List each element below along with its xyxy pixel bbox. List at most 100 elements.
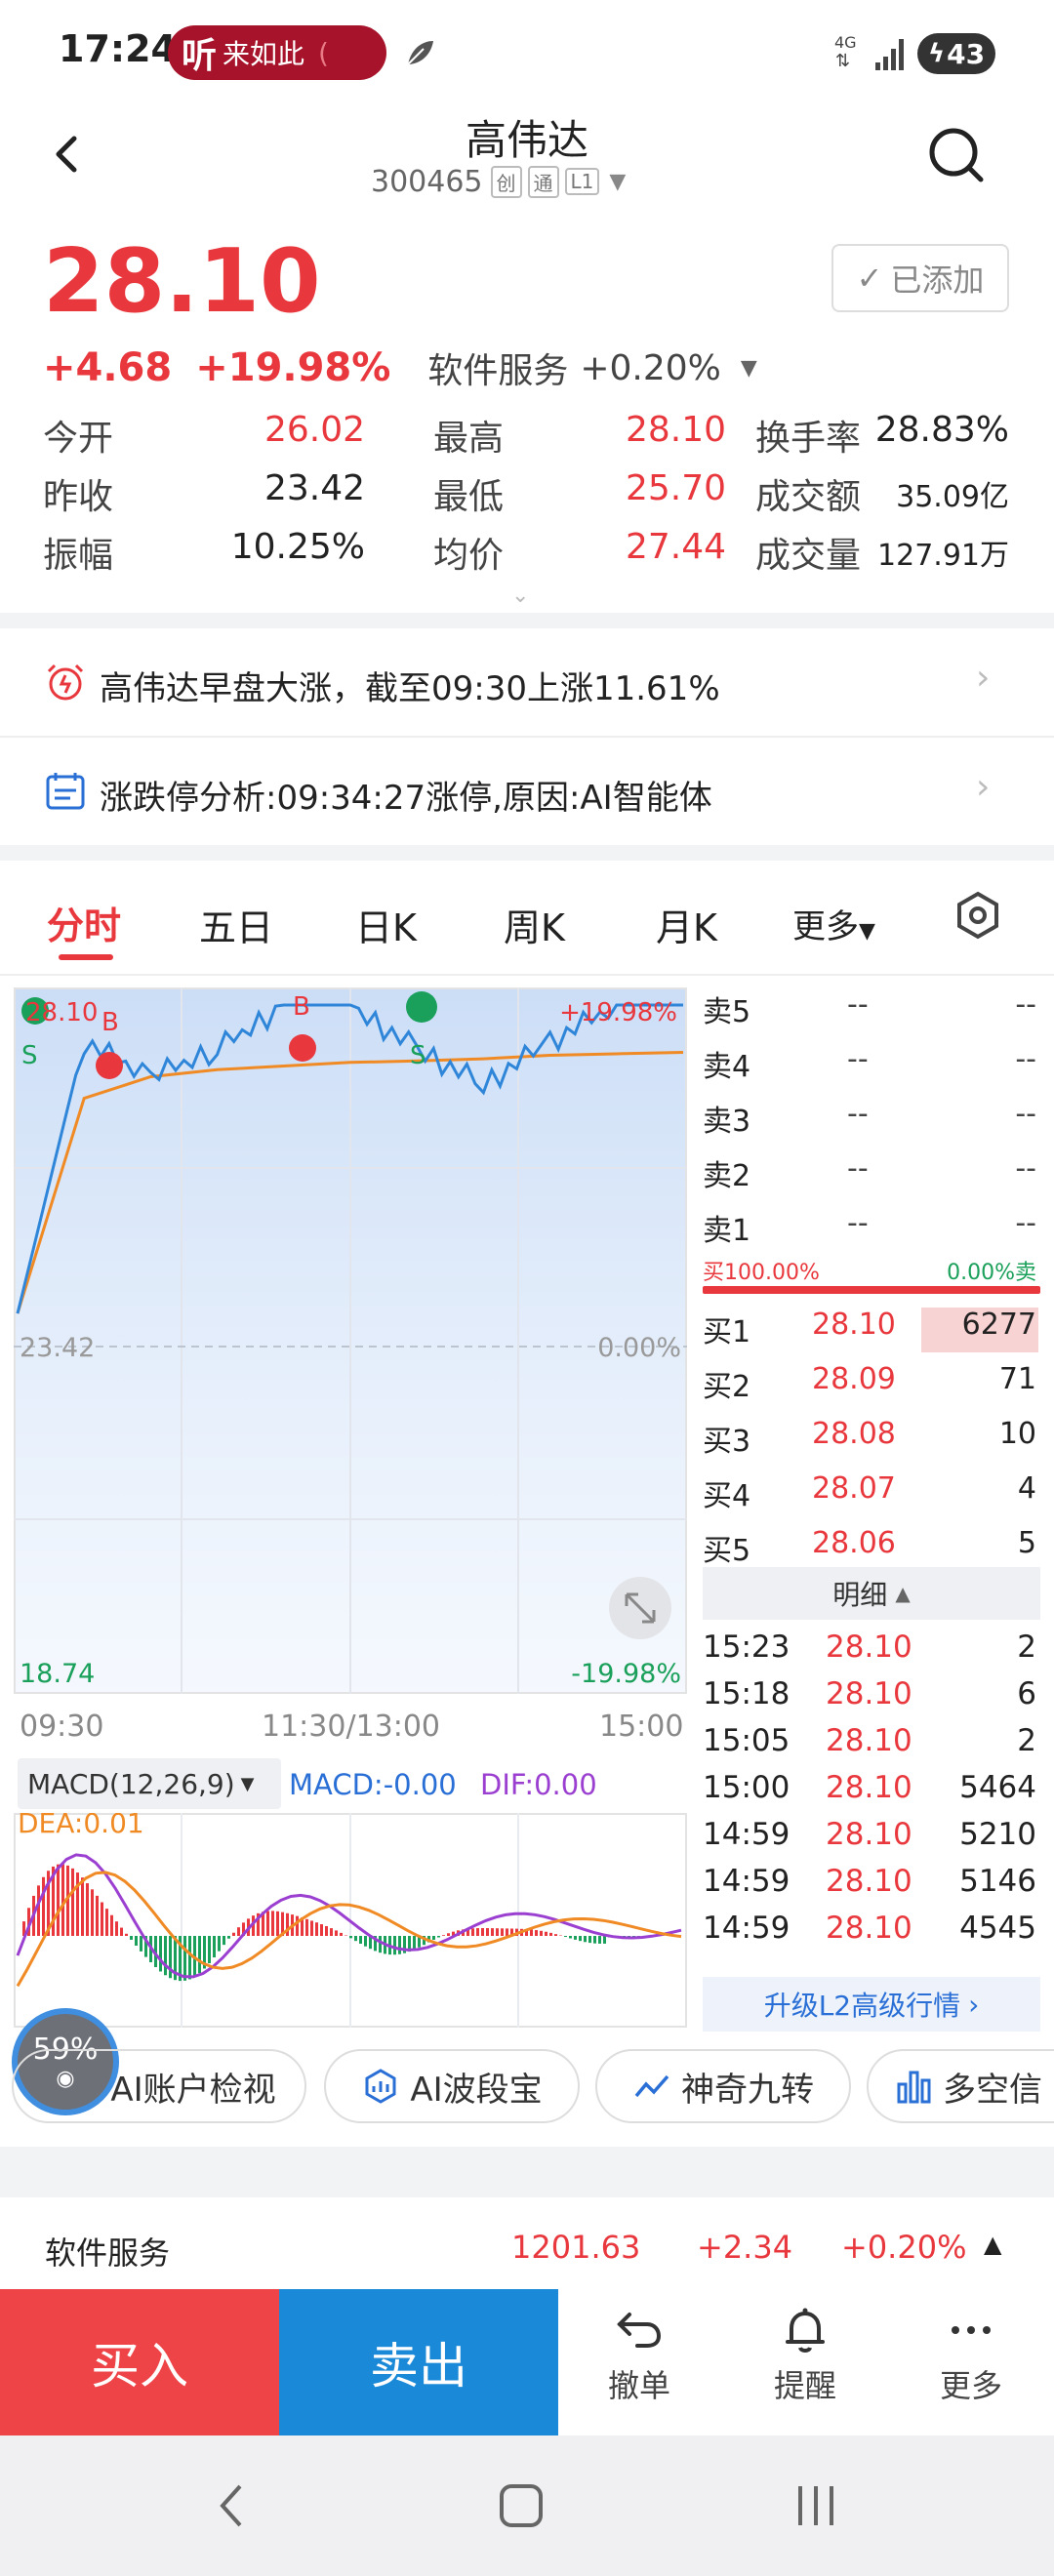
tag-chuang: 创	[490, 165, 522, 198]
caret-up-icon: ▲	[984, 2231, 1002, 2258]
macd-chart[interactable]: DEA:0.01	[14, 1813, 687, 2028]
buy-button[interactable]: 买入	[0, 2289, 279, 2435]
nav-recents-icon[interactable]	[787, 2476, 845, 2535]
macd-bar	[115, 1921, 118, 1936]
back-button[interactable]	[39, 125, 98, 183]
marker-s: S	[21, 1041, 38, 1070]
level-price: --	[847, 987, 869, 1022]
marker-b: B	[293, 992, 310, 1022]
sell-button[interactable]: 卖出	[279, 2289, 558, 2435]
more-label: 更多	[939, 2367, 1002, 2404]
tool-chip-row: AI账户检视 AI波段宝 神奇九转 多空信	[0, 2049, 1054, 2127]
sell-row: 卖1 -- --	[703, 1202, 1042, 1257]
detail-tab[interactable]: 明细 ▲	[703, 1567, 1040, 1620]
upgrade-label: 升级L2高级行情	[763, 1990, 961, 2022]
tab-intraday[interactable]: 分时	[47, 896, 121, 949]
stat-value: 26.02	[264, 410, 365, 450]
tick-list[interactable]: 15:23 28.10 2 15:18 28.10 6 15:05 28.10 …	[703, 1626, 1042, 1963]
nav-home-icon[interactable]	[492, 2476, 550, 2535]
dif-value: DIF:0.00	[480, 1768, 597, 1801]
macd-bar	[208, 1936, 211, 1964]
tab-monthly-k[interactable]: 月K	[656, 898, 717, 951]
network-label: 4G	[834, 33, 857, 52]
macd-bar	[354, 1936, 357, 1942]
tick-volume: 6	[1017, 1676, 1036, 1711]
news-item[interactable]: 高伟达早盘大涨，截至09:30上涨11.61% ›	[0, 628, 1054, 738]
bell-icon	[786, 2308, 825, 2353]
app-pill-text: 来如此	[223, 38, 305, 70]
macd-bar	[442, 1935, 445, 1936]
alert-label: 提醒	[773, 2367, 836, 2404]
tick-row: 14:59 28.10 5146	[703, 1860, 1042, 1907]
macd-bar	[266, 1911, 269, 1936]
intraday-chart[interactable]: S B B S 28.10 +19.98% 23.42 0.00% 18.74 …	[14, 987, 687, 1694]
chevron-right-icon: ›	[976, 658, 991, 698]
level-label: 卖2	[703, 1159, 751, 1193]
app-glyph: 听	[182, 36, 218, 76]
tool-chip-ai-wave[interactable]: AI波段宝	[324, 2049, 580, 2123]
nav-back-icon[interactable]	[203, 2476, 262, 2535]
sector-bar[interactable]: 软件服务 1201.63 +2.34 +0.20% ▲	[0, 2211, 1054, 2289]
expand-stats-icon[interactable]: ⌄	[511, 584, 529, 608]
chart-mid-pct: 0.00%	[597, 1333, 681, 1363]
macd-bar	[554, 1934, 557, 1936]
tab-weekly-k[interactable]: 周K	[504, 898, 565, 951]
chart-high-label: 28.10	[25, 998, 98, 1027]
bar-chart-icon	[897, 2071, 931, 2104]
tool-chip-label: AI波段宝	[410, 2070, 543, 2110]
sector-bar-change: +2.34	[697, 2229, 793, 2266]
tab-active-underline	[59, 954, 113, 960]
tab-daily-k[interactable]: 日K	[355, 898, 417, 951]
level-volume: --	[1015, 987, 1036, 1022]
stat-label: 换手率	[755, 419, 862, 459]
upgrade-l2-button[interactable]: 升级L2高级行情 ›	[703, 1977, 1040, 2032]
sector-name[interactable]: 软件服务	[427, 342, 568, 393]
undo-icon	[617, 2313, 662, 2348]
tab-five-day[interactable]: 五日	[199, 898, 273, 951]
stat-value: 25.70	[625, 468, 726, 508]
tool-chip-ai-account[interactable]: AI账户检视	[12, 2049, 306, 2123]
macd-bar	[130, 1936, 133, 1940]
tool-chip-long-short[interactable]: 多空信	[867, 2049, 1054, 2123]
sector-caret-down-icon[interactable]: ▼	[741, 356, 757, 381]
tab-more[interactable]: 更多▼	[792, 900, 875, 947]
tool-chip-label: AI账户检视	[110, 2070, 276, 2110]
search-icon	[929, 128, 984, 182]
macd-bar	[71, 1868, 74, 1936]
macd-bar	[413, 1936, 416, 1951]
macd-bar	[227, 1936, 230, 1939]
tool-chip-magic-nine[interactable]: 神奇九转	[595, 2049, 851, 2123]
check-icon: ✓	[856, 260, 883, 297]
macd-bar	[276, 1911, 279, 1936]
macd-bar	[232, 1932, 235, 1936]
added-button[interactable]: ✓ 已添加	[831, 244, 1009, 312]
stat-label: 振幅	[43, 536, 114, 576]
news-item[interactable]: 涨跌停分析:09:34:27涨停,原因:AI智能体 ›	[0, 740, 1054, 845]
chart-low-pct: -19.98%	[571, 1659, 681, 1689]
alarm-clock-icon	[47, 664, 84, 701]
macd-bar	[330, 1928, 333, 1936]
stat-label: 均价	[433, 536, 505, 576]
app-pill: 听 来如此 (	[168, 25, 386, 80]
stat-value: 27.44	[625, 527, 726, 567]
settings-hexagon-icon[interactable]	[953, 890, 1003, 941]
tick-volume: 2	[1017, 1630, 1036, 1665]
alert-button[interactable]: 提醒	[742, 2303, 869, 2424]
stock-code-row[interactable]: 300465 创 通 L1 ▼	[371, 162, 683, 201]
battery-level: 43	[947, 37, 986, 70]
more-button[interactable]: 更多	[908, 2303, 1034, 2424]
macd-bar	[320, 1924, 323, 1936]
cancel-order-button[interactable]: 撤单	[576, 2303, 703, 2424]
tool-chip-label: 多空信	[943, 2070, 1042, 2110]
leaf-icon	[402, 35, 437, 70]
search-button[interactable]	[922, 121, 991, 189]
tag-l1: L1	[564, 168, 600, 195]
buy-row: 买3 28.08 10	[703, 1413, 1042, 1468]
fullscreen-icon[interactable]	[609, 1577, 671, 1639]
level-volume: 4	[1017, 1471, 1036, 1506]
macd-selector[interactable]: MACD(12,26,9) ▼	[18, 1758, 281, 1809]
cancel-order-label: 撤单	[607, 2367, 670, 2404]
tick-row: 15:05 28.10 2	[703, 1719, 1042, 1766]
tool-chip-label: 神奇九转	[681, 2070, 814, 2110]
sell-row: 卖2 -- --	[703, 1147, 1042, 1202]
